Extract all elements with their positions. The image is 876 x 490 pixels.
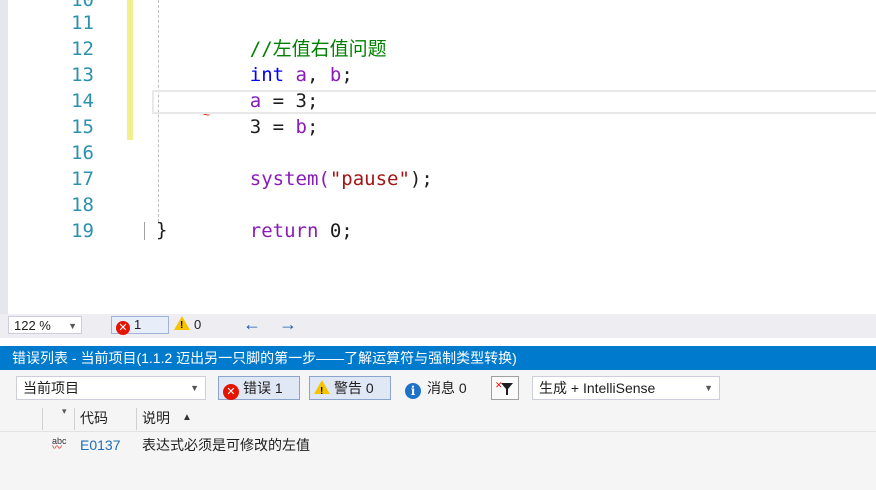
line-number: 16	[71, 142, 94, 164]
column-filter-icon[interactable]: ▾	[62, 406, 67, 417]
chevron-down-icon: ▼	[68, 321, 77, 331]
code-editor[interactable]: 10 11 12 13 14 15 16 17 18 19 //左值右值问题 i…	[0, 0, 876, 314]
line-number: 17	[71, 168, 94, 190]
error-list-header: ▾ 代码 说明 ▲	[0, 404, 876, 432]
change-tracking-bar	[127, 0, 133, 140]
outline-end	[144, 222, 145, 240]
closing-brace: }	[156, 219, 168, 241]
build-source-value: 生成 + IntelliSense	[539, 380, 656, 396]
warnings-filter-button[interactable]: 警告 0	[309, 376, 391, 403]
error-icon: ✕	[223, 384, 239, 400]
zoom-select[interactable]: 122 % ▼	[8, 316, 82, 334]
line-number: 11	[71, 12, 94, 34]
column-separator	[42, 408, 43, 430]
function-call: system(	[249, 168, 330, 190]
svg-text:✕: ✕	[495, 381, 503, 391]
warning-count: 0	[194, 317, 202, 332]
column-header-description[interactable]: 说明	[142, 404, 170, 432]
chevron-down-icon: ▼	[190, 383, 199, 393]
error-count-indicator[interactable]: ✕ 1	[111, 316, 169, 335]
punctuation: ;	[307, 116, 319, 138]
errors-filter-label: 错误 1	[243, 380, 283, 396]
column-separator	[74, 408, 75, 430]
error-squiggle[interactable]: ~	[203, 109, 210, 121]
error-list-panel: 当前项目 ▼ ✕错误 1 警告 0 i消息 0 ✕ 生成 + IntelliSe…	[0, 370, 876, 490]
punctuation: ;	[341, 64, 353, 86]
error-list-toolbar: 当前项目 ▼ ✕错误 1 警告 0 i消息 0 ✕ 生成 + IntelliSe…	[0, 370, 876, 404]
build-source-dropdown[interactable]: 生成 + IntelliSense ▼	[532, 376, 720, 400]
expression: 0;	[318, 220, 353, 242]
arrow-left-icon[interactable]: ←	[243, 314, 261, 335]
warnings-filter-label: 警告 0	[334, 380, 374, 396]
editor-left-margin	[0, 0, 8, 314]
arrow-right-icon[interactable]: →	[279, 314, 297, 335]
scope-dropdown[interactable]: 当前项目 ▼	[16, 376, 206, 400]
zoom-value: 122 %	[14, 318, 51, 333]
warning-icon	[174, 316, 190, 335]
messages-filter-button[interactable]: i 消息 0	[400, 376, 482, 400]
messages-filter-label: 消息 0	[427, 380, 467, 396]
string-literal: "pause"	[329, 168, 410, 190]
error-count: 1	[134, 317, 142, 332]
line-number: 18	[71, 194, 94, 216]
variable: b	[295, 116, 307, 138]
line-number: 12	[71, 38, 94, 60]
warning-icon	[314, 380, 330, 403]
error-description: 表达式必须是可修改的左值	[142, 437, 310, 453]
error-icon: ✕	[116, 321, 130, 335]
scope-value: 当前项目	[23, 380, 79, 396]
operator: =	[261, 116, 296, 138]
editor-status-bar: 122 % ▼ ✕1 0 ← →	[0, 314, 876, 338]
line-number: 13	[71, 64, 94, 86]
table-row[interactable]: abc 〰 E0137 表达式必须是可修改的左值	[0, 432, 876, 458]
literal: 3	[249, 116, 262, 138]
punctuation: );	[409, 168, 433, 190]
variable: b	[329, 64, 342, 86]
sort-ascending-icon: ▲	[182, 412, 192, 423]
filter-icon: ✕	[495, 381, 513, 395]
column-header-code[interactable]: 代码	[80, 404, 108, 432]
line-number: 14	[71, 90, 94, 112]
chevron-down-icon: ▼	[704, 383, 713, 393]
line-number: 19	[71, 220, 94, 242]
abc-squiggle-icon: abc 〰	[52, 436, 67, 454]
error-code-link[interactable]: E0137	[80, 432, 120, 458]
errors-filter-button[interactable]: ✕ 错误 1	[218, 376, 300, 400]
warning-count-indicator[interactable]: 0	[174, 316, 202, 335]
error-list-title[interactable]: 错误列表 - 当前项目(1.1.2 迈出另一只脚的第一步——了解运算符与强制类型…	[0, 346, 876, 370]
column-separator	[136, 408, 137, 430]
info-icon: i	[405, 383, 421, 399]
filter-clear-button[interactable]: ✕	[491, 376, 519, 400]
line-number: 15	[71, 116, 94, 138]
keyword: return	[249, 220, 319, 242]
code-line-18[interactable]: return 0;	[204, 192, 353, 270]
